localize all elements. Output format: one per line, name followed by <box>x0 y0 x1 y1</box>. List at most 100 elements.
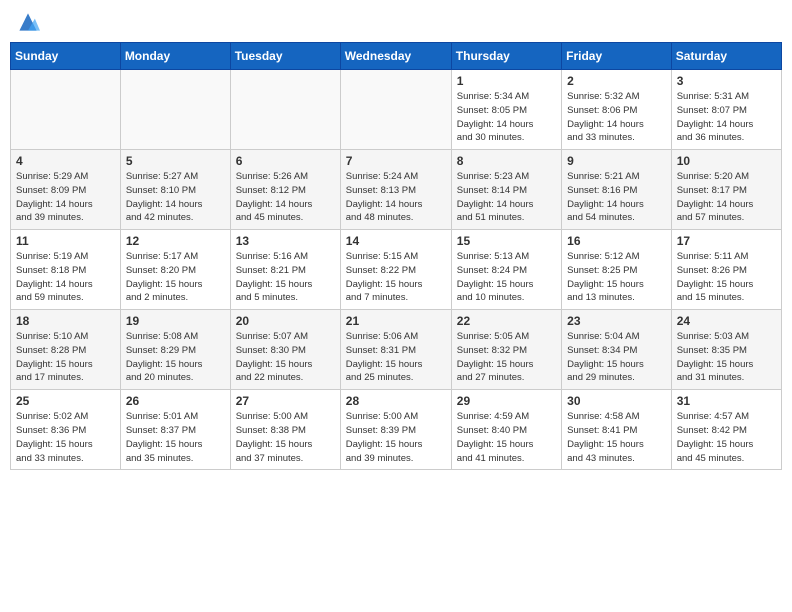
day-number: 28 <box>346 394 446 408</box>
calendar-cell: 13 Sunrise: 5:16 AM Sunset: 8:21 PM Dayli… <box>230 230 340 310</box>
calendar-cell: 19 Sunrise: 5:08 AM Sunset: 8:29 PM Dayli… <box>120 310 230 390</box>
day-info: Sunrise: 5:32 AM Sunset: 8:06 PM Dayligh… <box>567 90 666 145</box>
weekday-header-wednesday: Wednesday <box>340 43 451 70</box>
calendar-cell: 3 Sunrise: 5:31 AM Sunset: 8:07 PM Daylig… <box>671 70 781 150</box>
calendar-cell: 7 Sunrise: 5:24 AM Sunset: 8:13 PM Daylig… <box>340 150 451 230</box>
calendar-cell: 9 Sunrise: 5:21 AM Sunset: 8:16 PM Daylig… <box>562 150 672 230</box>
day-info: Sunrise: 4:59 AM Sunset: 8:40 PM Dayligh… <box>457 410 556 465</box>
day-info: Sunrise: 5:03 AM Sunset: 8:35 PM Dayligh… <box>677 330 776 385</box>
weekday-header-monday: Monday <box>120 43 230 70</box>
day-info: Sunrise: 5:23 AM Sunset: 8:14 PM Dayligh… <box>457 170 556 225</box>
day-number: 20 <box>236 314 335 328</box>
calendar-cell: 15 Sunrise: 5:13 AM Sunset: 8:24 PM Dayli… <box>451 230 561 310</box>
day-info: Sunrise: 4:58 AM Sunset: 8:41 PM Dayligh… <box>567 410 666 465</box>
day-info: Sunrise: 5:17 AM Sunset: 8:20 PM Dayligh… <box>126 250 225 305</box>
weekday-header-thursday: Thursday <box>451 43 561 70</box>
day-number: 29 <box>457 394 556 408</box>
logo-icon <box>16 10 40 34</box>
calendar-cell: 8 Sunrise: 5:23 AM Sunset: 8:14 PM Daylig… <box>451 150 561 230</box>
calendar-cell: 12 Sunrise: 5:17 AM Sunset: 8:20 PM Dayli… <box>120 230 230 310</box>
calendar-cell: 4Sunrise: 5:29 AM Sunset: 8:09 PM Daylig… <box>11 150 121 230</box>
calendar-cell: 5 Sunrise: 5:27 AM Sunset: 8:10 PM Daylig… <box>120 150 230 230</box>
day-number: 22 <box>457 314 556 328</box>
calendar-cell <box>11 70 121 150</box>
calendar-cell: 20 Sunrise: 5:07 AM Sunset: 8:30 PM Dayli… <box>230 310 340 390</box>
day-number: 21 <box>346 314 446 328</box>
page-header <box>10 10 782 34</box>
day-number: 1 <box>457 74 556 88</box>
day-info: Sunrise: 5:00 AM Sunset: 8:38 PM Dayligh… <box>236 410 335 465</box>
day-info: Sunrise: 5:16 AM Sunset: 8:21 PM Dayligh… <box>236 250 335 305</box>
day-info: Sunrise: 5:04 AM Sunset: 8:34 PM Dayligh… <box>567 330 666 385</box>
day-info: Sunrise: 5:13 AM Sunset: 8:24 PM Dayligh… <box>457 250 556 305</box>
day-info: Sunrise: 5:24 AM Sunset: 8:13 PM Dayligh… <box>346 170 446 225</box>
day-number: 11 <box>16 234 115 248</box>
day-number: 25 <box>16 394 115 408</box>
day-number: 12 <box>126 234 225 248</box>
calendar-cell: 30 Sunrise: 4:58 AM Sunset: 8:41 PM Dayli… <box>562 390 672 470</box>
calendar-cell: 31 Sunrise: 4:57 AM Sunset: 8:42 PM Dayli… <box>671 390 781 470</box>
calendar-cell: 21 Sunrise: 5:06 AM Sunset: 8:31 PM Dayli… <box>340 310 451 390</box>
day-info: Sunrise: 5:06 AM Sunset: 8:31 PM Dayligh… <box>346 330 446 385</box>
day-number: 23 <box>567 314 666 328</box>
day-number: 3 <box>677 74 776 88</box>
calendar-table: SundayMondayTuesdayWednesdayThursdayFrid… <box>10 42 782 470</box>
day-info: Sunrise: 5:29 AM Sunset: 8:09 PM Dayligh… <box>16 170 115 225</box>
day-number: 10 <box>677 154 776 168</box>
day-number: 6 <box>236 154 335 168</box>
day-number: 5 <box>126 154 225 168</box>
day-info: Sunrise: 5:21 AM Sunset: 8:16 PM Dayligh… <box>567 170 666 225</box>
day-info: Sunrise: 5:07 AM Sunset: 8:30 PM Dayligh… <box>236 330 335 385</box>
calendar-cell: 25 Sunrise: 5:02 AM Sunset: 8:36 PM Dayli… <box>11 390 121 470</box>
day-info: Sunrise: 5:19 AM Sunset: 8:18 PM Dayligh… <box>16 250 115 305</box>
logo <box>14 10 40 34</box>
calendar-cell: 10 Sunrise: 5:20 AM Sunset: 8:17 PM Dayli… <box>671 150 781 230</box>
day-number: 16 <box>567 234 666 248</box>
calendar-cell: 11 Sunrise: 5:19 AM Sunset: 8:18 PM Dayli… <box>11 230 121 310</box>
calendar-cell <box>230 70 340 150</box>
calendar-cell: 29 Sunrise: 4:59 AM Sunset: 8:40 PM Dayli… <box>451 390 561 470</box>
calendar-cell: 23 Sunrise: 5:04 AM Sunset: 8:34 PM Dayli… <box>562 310 672 390</box>
day-number: 2 <box>567 74 666 88</box>
day-info: Sunrise: 5:34 AM Sunset: 8:05 PM Dayligh… <box>457 90 556 145</box>
day-info: Sunrise: 4:57 AM Sunset: 8:42 PM Dayligh… <box>677 410 776 465</box>
weekday-header-sunday: Sunday <box>11 43 121 70</box>
day-info: Sunrise: 5:27 AM Sunset: 8:10 PM Dayligh… <box>126 170 225 225</box>
day-number: 18 <box>16 314 115 328</box>
calendar-cell: 26 Sunrise: 5:01 AM Sunset: 8:37 PM Dayli… <box>120 390 230 470</box>
day-number: 26 <box>126 394 225 408</box>
day-info: Sunrise: 5:20 AM Sunset: 8:17 PM Dayligh… <box>677 170 776 225</box>
weekday-header-tuesday: Tuesday <box>230 43 340 70</box>
day-info: Sunrise: 5:01 AM Sunset: 8:37 PM Dayligh… <box>126 410 225 465</box>
day-info: Sunrise: 5:08 AM Sunset: 8:29 PM Dayligh… <box>126 330 225 385</box>
day-info: Sunrise: 5:31 AM Sunset: 8:07 PM Dayligh… <box>677 90 776 145</box>
weekday-header-friday: Friday <box>562 43 672 70</box>
day-number: 8 <box>457 154 556 168</box>
day-info: Sunrise: 5:05 AM Sunset: 8:32 PM Dayligh… <box>457 330 556 385</box>
weekday-header-saturday: Saturday <box>671 43 781 70</box>
calendar-cell: 6 Sunrise: 5:26 AM Sunset: 8:12 PM Daylig… <box>230 150 340 230</box>
calendar-cell <box>340 70 451 150</box>
calendar-cell <box>120 70 230 150</box>
day-number: 15 <box>457 234 556 248</box>
calendar-cell: 17 Sunrise: 5:11 AM Sunset: 8:26 PM Dayli… <box>671 230 781 310</box>
calendar-cell: 24Sunrise: 5:03 AM Sunset: 8:35 PM Dayli… <box>671 310 781 390</box>
day-number: 7 <box>346 154 446 168</box>
day-info: Sunrise: 5:12 AM Sunset: 8:25 PM Dayligh… <box>567 250 666 305</box>
day-number: 17 <box>677 234 776 248</box>
day-info: Sunrise: 5:11 AM Sunset: 8:26 PM Dayligh… <box>677 250 776 305</box>
day-info: Sunrise: 5:02 AM Sunset: 8:36 PM Dayligh… <box>16 410 115 465</box>
calendar-cell: 28 Sunrise: 5:00 AM Sunset: 8:39 PM Dayli… <box>340 390 451 470</box>
day-number: 19 <box>126 314 225 328</box>
calendar-cell: 2 Sunrise: 5:32 AM Sunset: 8:06 PM Daylig… <box>562 70 672 150</box>
day-number: 9 <box>567 154 666 168</box>
day-number: 27 <box>236 394 335 408</box>
day-number: 30 <box>567 394 666 408</box>
day-number: 13 <box>236 234 335 248</box>
day-info: Sunrise: 5:26 AM Sunset: 8:12 PM Dayligh… <box>236 170 335 225</box>
day-info: Sunrise: 5:00 AM Sunset: 8:39 PM Dayligh… <box>346 410 446 465</box>
calendar-cell: 22 Sunrise: 5:05 AM Sunset: 8:32 PM Dayli… <box>451 310 561 390</box>
day-info: Sunrise: 5:15 AM Sunset: 8:22 PM Dayligh… <box>346 250 446 305</box>
day-number: 31 <box>677 394 776 408</box>
calendar-cell: 1 Sunrise: 5:34 AM Sunset: 8:05 PM Daylig… <box>451 70 561 150</box>
